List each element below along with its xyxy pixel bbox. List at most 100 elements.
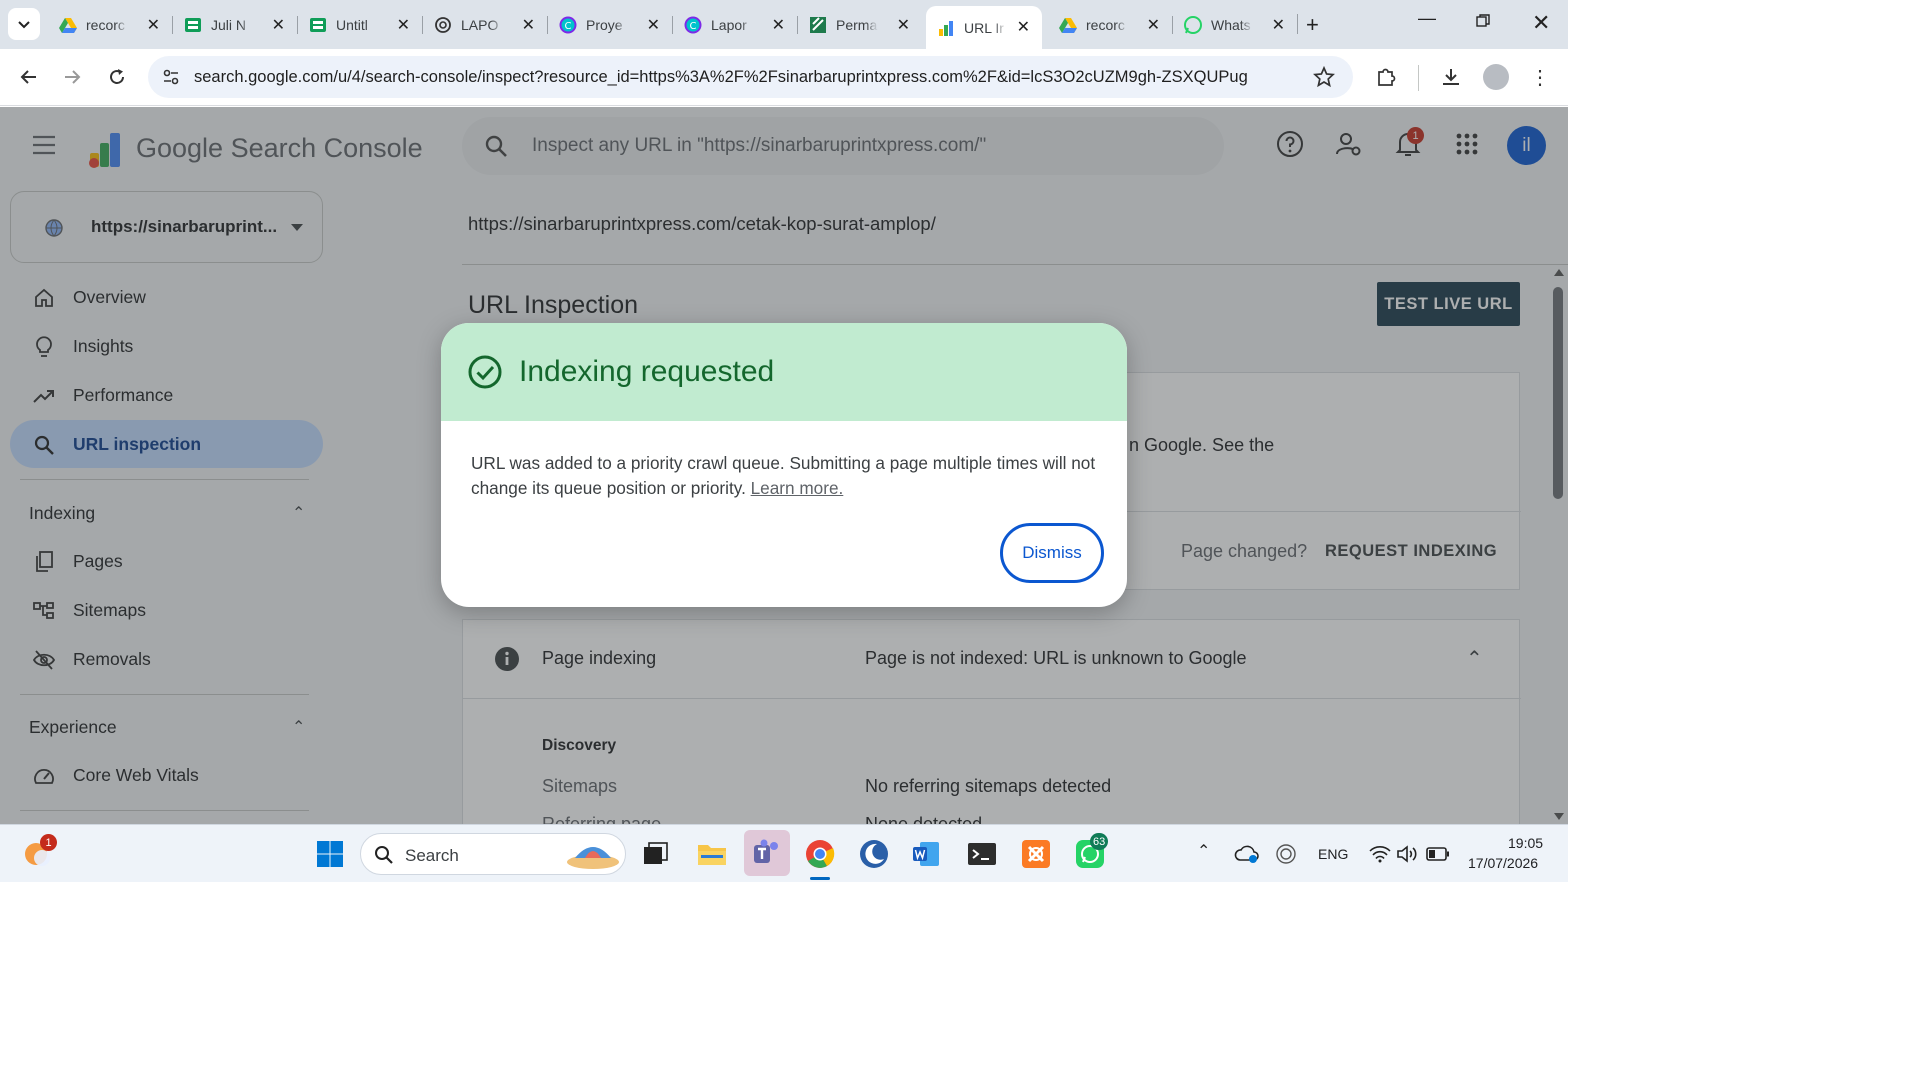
start-button[interactable]	[312, 836, 348, 872]
windows-logo-icon	[317, 841, 343, 867]
browser-tab-title: Lapor	[711, 17, 747, 33]
browser-tab-title: Perma	[836, 17, 878, 33]
word-taskbar-button[interactable]	[908, 836, 944, 872]
canva-icon: C	[558, 15, 578, 35]
restore-button[interactable]	[1476, 12, 1490, 33]
tray-app-icon[interactable]	[1268, 836, 1304, 872]
browser-tab[interactable]: C Proye ✕	[548, 8, 673, 42]
search-highlight-icon	[567, 847, 619, 869]
close-tab-icon[interactable]: ✕	[1147, 15, 1160, 35]
svg-text:C: C	[565, 21, 572, 32]
xampp-taskbar-button[interactable]	[1018, 836, 1054, 872]
close-tab-icon[interactable]: ✕	[647, 15, 660, 35]
weather-badge: 1	[40, 834, 57, 851]
close-tab-icon[interactable]: ✕	[897, 15, 910, 35]
arrow-right-icon	[65, 70, 81, 84]
canva-icon: C	[683, 15, 703, 35]
battery-icon	[1426, 847, 1449, 861]
browser-menu-button[interactable]: ⋮	[1528, 65, 1552, 89]
windows-taskbar: 1 Search 63 ⌃ ENG 19:05 17/07/2026	[0, 824, 1568, 882]
close-tab-icon[interactable]: ✕	[772, 15, 785, 35]
chrome-icon	[806, 840, 835, 868]
indexing-requested-dialog: Indexing requested URL was added to a pr…	[441, 323, 1127, 607]
browser-tab-title: LAPO	[461, 17, 499, 33]
file-explorer-taskbar-button[interactable]	[694, 836, 730, 872]
language-indicator[interactable]: ENG	[1318, 846, 1348, 862]
dialog-header: Indexing requested	[441, 323, 1127, 421]
browser-tab[interactable]: Juli N ✕	[173, 8, 298, 42]
folder-icon	[698, 845, 726, 865]
browser-tab-title: Juli N	[211, 17, 247, 33]
browser-tab[interactable]: URL Ir ✕	[926, 6, 1042, 49]
show-hidden-icons-button[interactable]: ⌃	[1197, 841, 1210, 861]
clock-time[interactable]: 19:05	[1508, 835, 1543, 851]
browser-tab-title: recorc	[1086, 17, 1125, 33]
google-sheets-icon	[308, 15, 328, 35]
learn-more-link[interactable]: Learn more.	[751, 478, 844, 498]
forward-button[interactable]	[60, 65, 84, 89]
download-icon	[1443, 69, 1459, 85]
taskbar-search[interactable]: Search	[360, 833, 626, 875]
reload-icon	[110, 69, 124, 84]
browser-tab-title: Whats	[1211, 17, 1251, 33]
onedrive-tray-icon[interactable]	[1229, 836, 1265, 872]
active-app-indicator	[810, 877, 830, 880]
word-icon	[913, 842, 939, 866]
chevron-down-icon	[18, 21, 30, 29]
permata-icon	[808, 15, 828, 35]
dismiss-button[interactable]: Dismiss	[1000, 523, 1104, 583]
close-tab-icon[interactable]: ✕	[1272, 15, 1285, 35]
browser-tab-title: Untitl	[336, 17, 368, 33]
battery-tray-icon[interactable]	[1420, 836, 1456, 872]
extensions-button[interactable]	[1374, 65, 1398, 89]
browser-tab-title: Proye	[586, 17, 623, 33]
speaker-icon	[1397, 845, 1417, 863]
browser-tab[interactable]: LAPO ✕	[423, 8, 548, 42]
browser-tab-strip: recorc ✕ Juli N ✕ Untitl ✕ LAPO ✕ C Proye ✕ C Lapor ✕…	[0, 0, 1568, 49]
puzzle-icon	[1378, 68, 1396, 86]
close-window-button[interactable]: ✕	[1532, 10, 1550, 36]
bookmark-star-icon[interactable]	[1313, 66, 1335, 88]
xampp-icon	[1022, 840, 1050, 868]
chrome-taskbar-button[interactable]	[802, 836, 838, 872]
google-drive-icon	[58, 15, 78, 35]
tab-search-button[interactable]	[8, 8, 40, 40]
moon-app-icon	[860, 840, 888, 868]
downloads-button[interactable]	[1439, 65, 1463, 89]
profile-avatar[interactable]	[1483, 64, 1509, 90]
site-info-icon[interactable]	[162, 68, 180, 86]
search-icon	[375, 846, 393, 864]
new-tab-button[interactable]: +	[1306, 12, 1319, 38]
back-button[interactable]	[17, 65, 41, 89]
address-bar[interactable]: search.google.com/u/4/search-console/ins…	[148, 56, 1353, 98]
check-circle-icon	[468, 355, 502, 389]
teams-taskbar-button[interactable]	[744, 830, 790, 876]
search-console-icon	[936, 18, 956, 38]
svg-text:C: C	[690, 21, 697, 32]
taskbar-search-label: Search	[405, 846, 459, 865]
browser-tab[interactable]: Whats ✕	[1173, 8, 1298, 42]
task-view-button[interactable]	[638, 836, 674, 872]
task-view-icon	[644, 842, 668, 864]
teams-icon	[754, 839, 778, 863]
close-tab-icon[interactable]: ✕	[272, 15, 285, 35]
close-tab-icon[interactable]: ✕	[1017, 17, 1030, 37]
close-tab-icon[interactable]: ✕	[397, 15, 410, 35]
browser-tab[interactable]: recorc ✕	[1048, 8, 1173, 42]
terminal-taskbar-button[interactable]	[964, 836, 1000, 872]
whatsapp-badge: 63	[1090, 833, 1109, 850]
terminal-icon	[968, 843, 996, 865]
minimize-button[interactable]: —	[1418, 8, 1436, 29]
close-tab-icon[interactable]: ✕	[522, 15, 535, 35]
close-tab-icon[interactable]: ✕	[147, 15, 160, 35]
url-text: search.google.com/u/4/search-console/ins…	[194, 68, 1248, 86]
browser-tab-title: URL Ir	[964, 19, 1004, 36]
browser-tab[interactable]: Perma ✕	[798, 8, 922, 42]
browser-tab[interactable]: recorc ✕	[48, 8, 173, 42]
reload-button[interactable]	[105, 65, 129, 89]
browser-tab[interactable]: Untitl ✕	[298, 8, 423, 42]
clock-date[interactable]: 17/07/2026	[1468, 855, 1538, 871]
app-taskbar-button[interactable]	[856, 836, 892, 872]
toolbar-divider	[1418, 65, 1419, 91]
browser-tab[interactable]: C Lapor ✕	[673, 8, 798, 42]
